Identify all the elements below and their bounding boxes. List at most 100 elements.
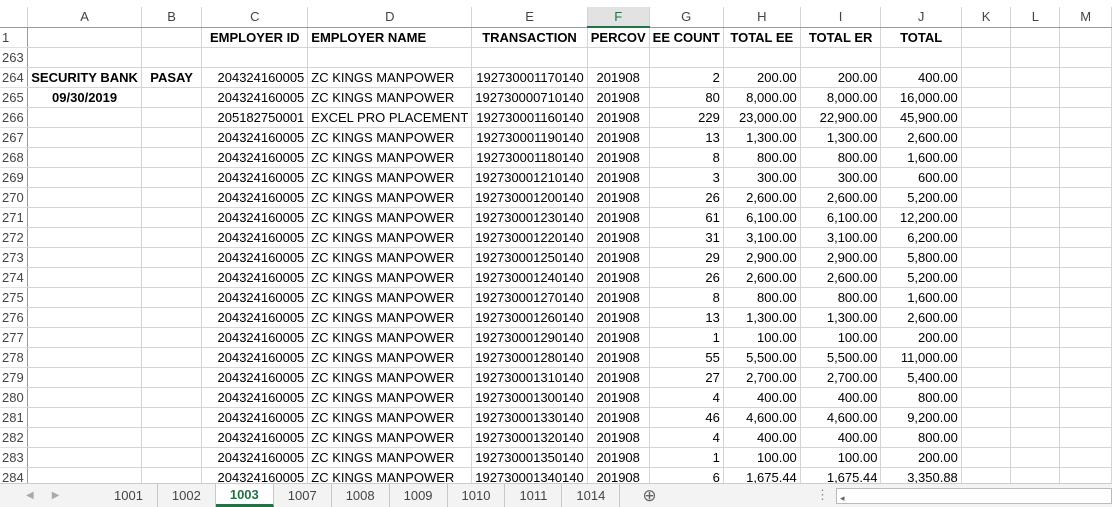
cell-i[interactable]: 3,100.00 <box>800 227 882 248</box>
cell-e[interactable]: 192730001290140 <box>471 327 588 348</box>
cell-g[interactable]: 4 <box>649 427 724 448</box>
next-sheet-icon[interactable]: ▶ <box>52 490 60 501</box>
cell-a[interactable] <box>27 187 142 208</box>
cell-l[interactable] <box>1010 427 1061 448</box>
cell-b[interactable] <box>141 467 203 483</box>
cell-m[interactable] <box>1059 447 1112 468</box>
cell-l[interactable] <box>1010 407 1061 428</box>
cell-d[interactable]: ZC KINGS MANPOWER <box>307 267 473 288</box>
cell-d[interactable]: ZC KINGS MANPOWER <box>307 127 473 148</box>
cell-f[interactable]: 201908 <box>587 167 650 188</box>
cell-e[interactable]: 192730001240140 <box>471 267 588 288</box>
cell-j[interactable]: 400.00 <box>880 67 962 88</box>
cell-i[interactable]: 1,300.00 <box>800 307 882 328</box>
cell-e[interactable]: 192730001320140 <box>471 427 588 448</box>
cell-b[interactable] <box>141 247 203 268</box>
cell-k[interactable] <box>961 347 1012 368</box>
cell-j[interactable]: 11,000.00 <box>880 347 962 368</box>
cell-k[interactable] <box>961 267 1012 288</box>
cell-c[interactable]: 204324160005 <box>201 267 309 288</box>
cell-m[interactable] <box>1059 167 1112 188</box>
cell-k[interactable] <box>961 67 1012 88</box>
cell-m[interactable] <box>1059 327 1112 348</box>
cell-c[interactable]: 204324160005 <box>201 407 309 428</box>
cell-b[interactable] <box>141 367 203 388</box>
cell-g[interactable]: 27 <box>649 367 724 388</box>
cell-m[interactable] <box>1059 307 1112 328</box>
row-header[interactable]: 273 <box>0 247 29 268</box>
cell-m[interactable] <box>1059 147 1112 168</box>
split-handle-icon[interactable]: ⋮ <box>816 487 829 503</box>
cell-d[interactable]: ZC KINGS MANPOWER <box>307 87 473 108</box>
column-header-b[interactable]: B <box>141 7 203 28</box>
cell-m[interactable] <box>1059 347 1112 368</box>
cell-l[interactable] <box>1010 147 1061 168</box>
cell-d[interactable]: ZC KINGS MANPOWER <box>307 447 473 468</box>
cell-a[interactable]: SECURITY BANK <box>27 67 142 88</box>
cell-f[interactable]: 201908 <box>587 227 650 248</box>
cell-e[interactable]: 192730001190140 <box>471 127 588 148</box>
cell-f[interactable]: 201908 <box>587 207 650 228</box>
cell-k[interactable] <box>961 447 1012 468</box>
cell-l[interactable] <box>1010 127 1061 148</box>
cell-c[interactable]: 204324160005 <box>201 227 309 248</box>
cell-b[interactable] <box>141 387 203 408</box>
cell-e[interactable]: 192730001260140 <box>471 307 588 328</box>
sheet-tab-1001[interactable]: 1001 <box>100 484 158 507</box>
cell-e[interactable]: 192730001160140 <box>471 107 588 128</box>
cell-e[interactable]: 192730001270140 <box>471 287 588 308</box>
cell-g[interactable]: EE COUNT <box>649 27 724 48</box>
cell-c[interactable] <box>201 47 309 68</box>
cell-c[interactable]: 204324160005 <box>201 427 309 448</box>
cell-c[interactable]: 204324160005 <box>201 347 309 368</box>
cell-i[interactable]: 2,900.00 <box>800 247 882 268</box>
cell-f[interactable]: 201908 <box>587 87 650 108</box>
cell-m[interactable] <box>1059 27 1112 48</box>
cell-e[interactable]: 192730001180140 <box>471 147 588 168</box>
cell-g[interactable]: 26 <box>649 187 724 208</box>
cell-g[interactable]: 8 <box>649 287 724 308</box>
cell-k[interactable] <box>961 427 1012 448</box>
column-header-d[interactable]: D <box>307 7 473 28</box>
cell-k[interactable] <box>961 307 1012 328</box>
cell-e[interactable]: 192730001280140 <box>471 347 588 368</box>
cell-j[interactable]: 12,200.00 <box>880 207 962 228</box>
cell-d[interactable]: ZC KINGS MANPOWER <box>307 407 473 428</box>
cell-d[interactable]: ZC KINGS MANPOWER <box>307 167 473 188</box>
cell-e[interactable]: 192730001230140 <box>471 207 588 228</box>
cell-h[interactable]: 800.00 <box>723 287 801 308</box>
cell-h[interactable]: 1,300.00 <box>723 307 801 328</box>
cell-d[interactable]: ZC KINGS MANPOWER <box>307 467 473 483</box>
cell-f[interactable]: 201908 <box>587 467 650 483</box>
column-header-k[interactable]: K <box>961 7 1012 28</box>
cell-b[interactable] <box>141 347 203 368</box>
cell-l[interactable] <box>1010 287 1061 308</box>
cell-c[interactable]: 204324160005 <box>201 467 309 483</box>
cell-i[interactable]: 6,100.00 <box>800 207 882 228</box>
cell-k[interactable] <box>961 27 1012 48</box>
cell-d[interactable] <box>307 47 473 68</box>
cell-i[interactable]: 800.00 <box>800 287 882 308</box>
cell-j[interactable]: 3,350.88 <box>880 467 962 483</box>
cell-k[interactable] <box>961 467 1012 483</box>
sheet-tab-1008[interactable]: 1008 <box>331 484 390 507</box>
cell-h[interactable]: 2,700.00 <box>723 367 801 388</box>
cell-i[interactable]: 100.00 <box>800 447 882 468</box>
cell-e[interactable]: 192730001210140 <box>471 167 588 188</box>
cell-h[interactable]: 400.00 <box>723 387 801 408</box>
sheet-tab-1003[interactable]: 1003 <box>215 484 274 507</box>
cell-c[interactable]: 204324160005 <box>201 307 309 328</box>
cell-h[interactable]: 100.00 <box>723 447 801 468</box>
cell-c[interactable]: 204324160005 <box>201 207 309 228</box>
cell-l[interactable] <box>1010 307 1061 328</box>
row-header[interactable]: 279 <box>0 367 29 388</box>
cell-i[interactable]: 400.00 <box>800 427 882 448</box>
cell-g[interactable] <box>649 47 724 68</box>
cell-k[interactable] <box>961 47 1012 68</box>
cell-f[interactable]: 201908 <box>587 427 650 448</box>
cell-a[interactable] <box>27 127 142 148</box>
cell-h[interactable]: 400.00 <box>723 427 801 448</box>
sheet-tab-1007[interactable]: 1007 <box>273 484 332 507</box>
column-header-j[interactable]: J <box>880 7 962 28</box>
cell-g[interactable]: 1 <box>649 327 724 348</box>
